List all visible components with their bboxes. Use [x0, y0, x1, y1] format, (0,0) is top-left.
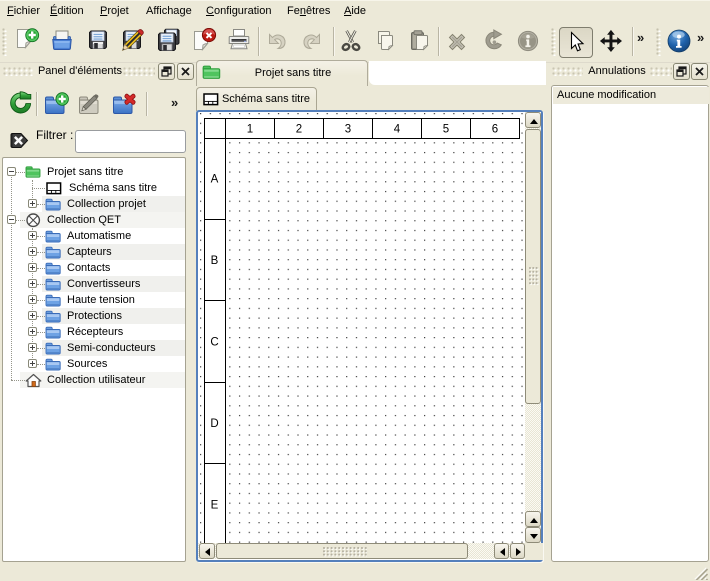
svg-text:3: 3	[345, 124, 351, 136]
svg-text:4: 4	[394, 124, 401, 136]
svg-text:5: 5	[443, 124, 449, 136]
svg-text:D: D	[210, 418, 218, 430]
svg-text:A: A	[211, 174, 219, 186]
svg-text:B: B	[211, 255, 219, 267]
svg-text:6: 6	[492, 124, 498, 136]
svg-text:2: 2	[296, 124, 302, 136]
svg-text:1: 1	[247, 124, 253, 136]
svg-text:E: E	[211, 500, 219, 512]
svg-text:C: C	[210, 337, 218, 349]
